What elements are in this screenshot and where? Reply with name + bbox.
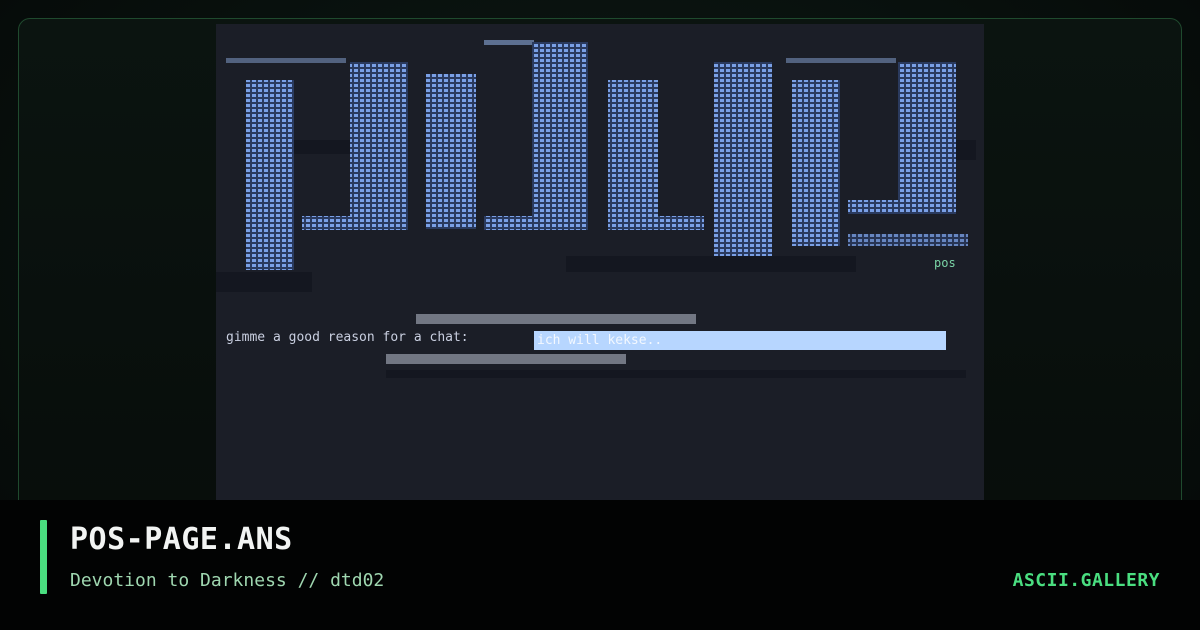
- corner-tag: pos: [934, 256, 956, 270]
- artwork-title: POS-PAGE.ANS: [70, 522, 293, 557]
- artwork-graphic: [216, 40, 976, 378]
- accent-bar: [40, 520, 47, 594]
- caption-bar: [0, 500, 1200, 630]
- ansi-artwork: gimme a good reason for a chat: ich will…: [216, 24, 984, 500]
- site-brand[interactable]: ASCII.GALLERY: [1013, 570, 1160, 591]
- prompt-label: gimme a good reason for a chat:: [226, 330, 469, 345]
- artwork-subtitle: Devotion to Darkness // dtd02: [70, 570, 385, 591]
- prompt-value-field: ich will kekse..: [534, 331, 946, 350]
